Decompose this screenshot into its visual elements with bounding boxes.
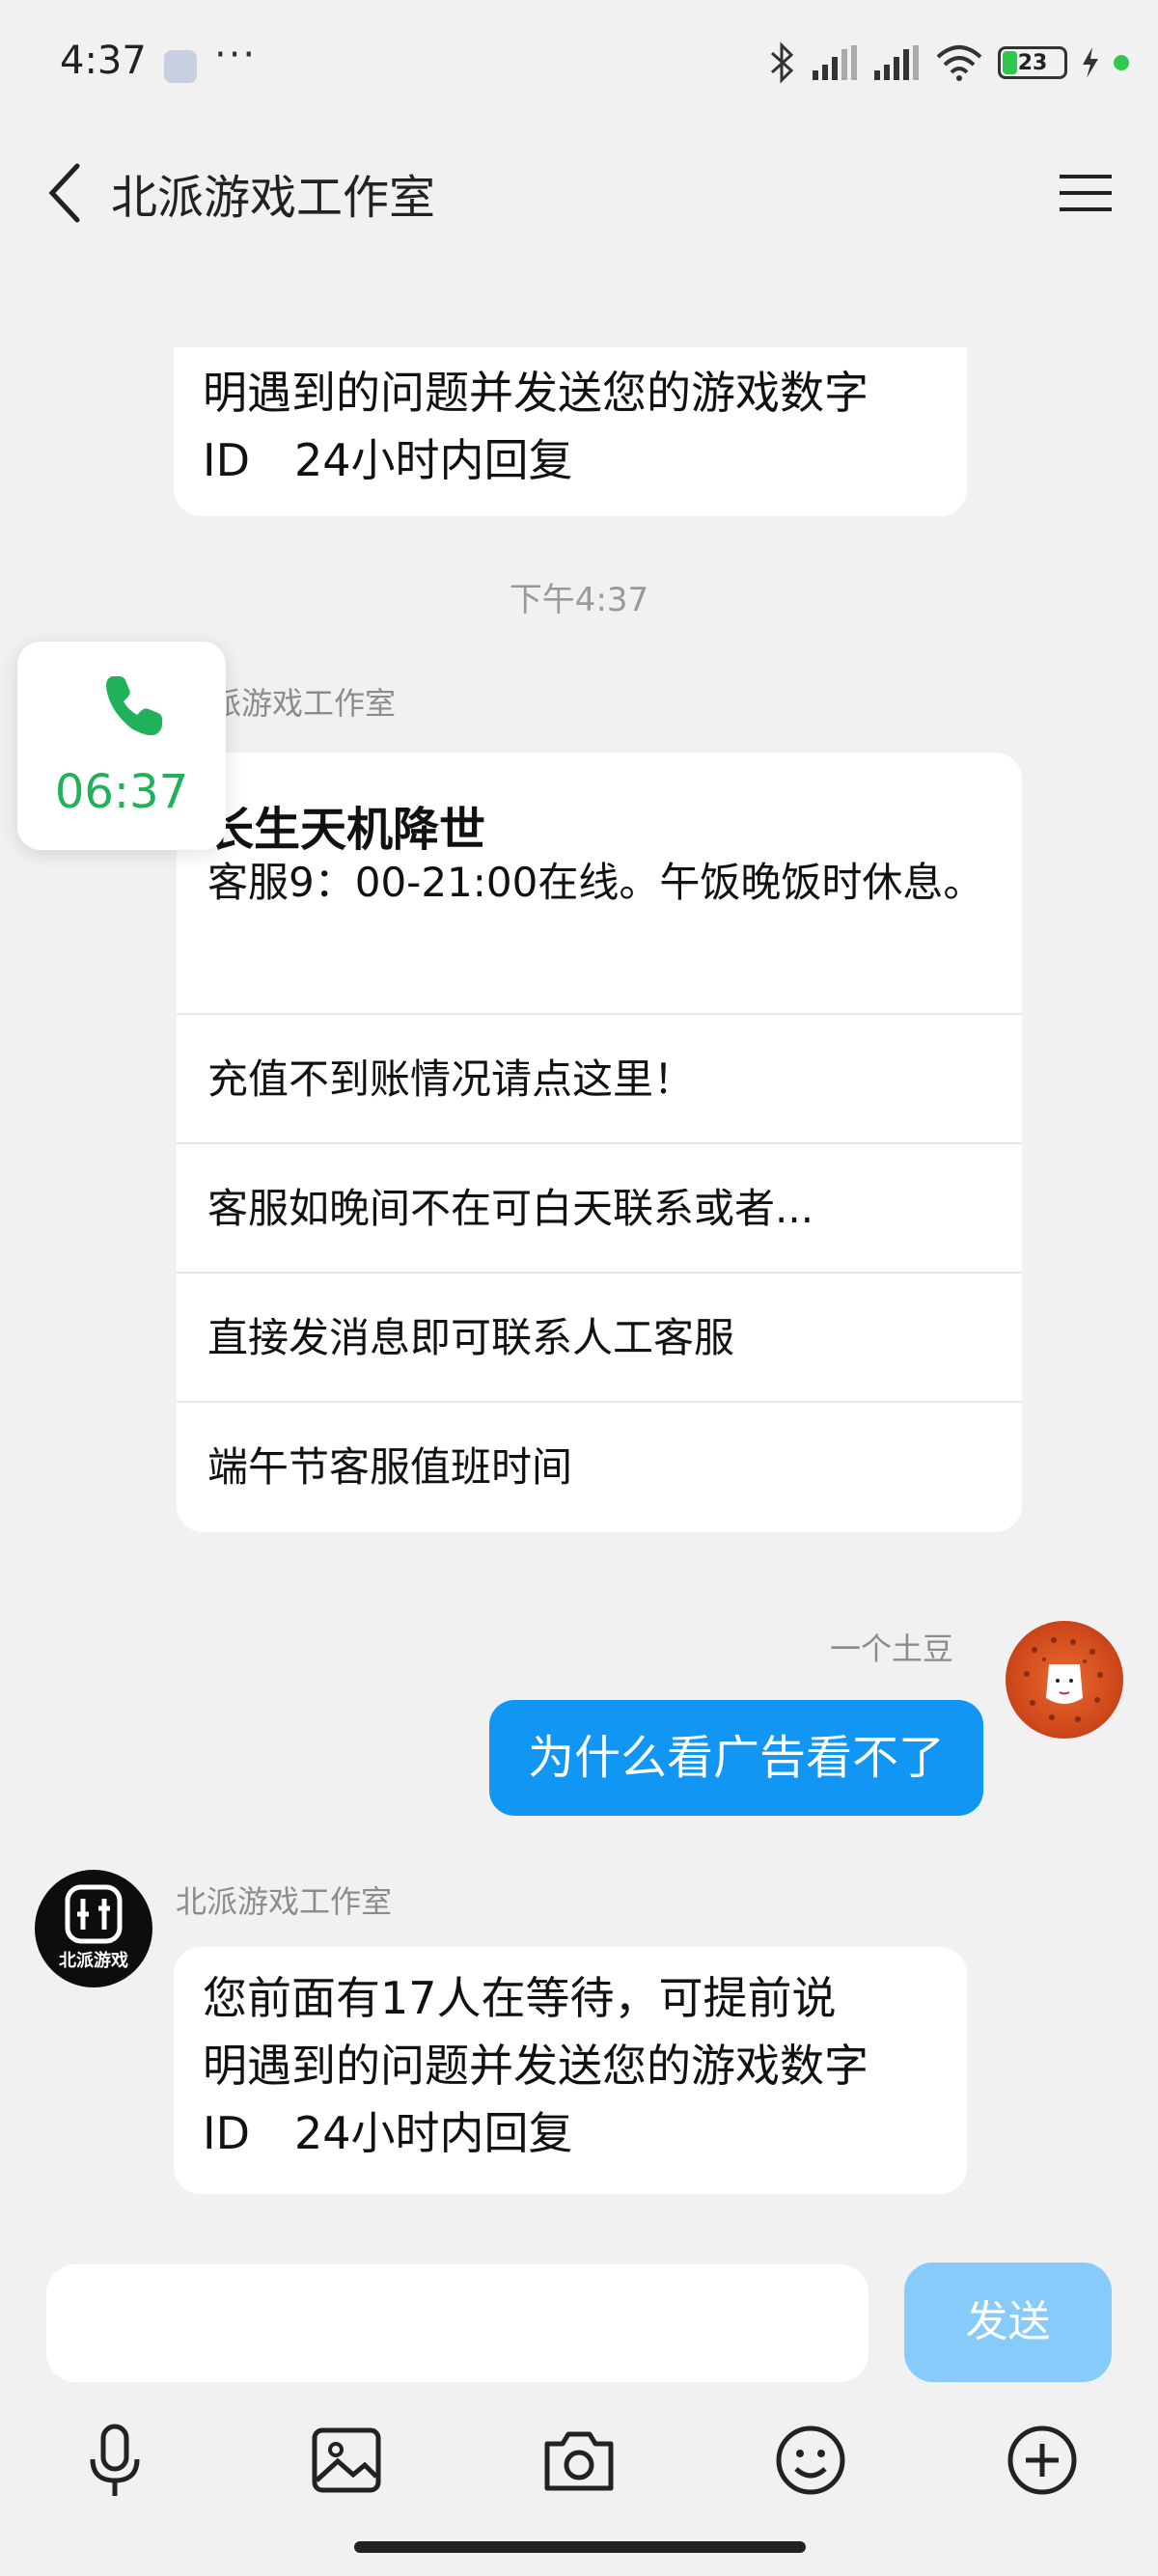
wifi-icon	[936, 45, 982, 81]
message-input[interactable]	[46, 2264, 868, 2382]
message-line: ID 24小时内回复	[203, 2107, 573, 2159]
bluetooth-icon	[770, 41, 794, 84]
user-avatar[interactable]	[1006, 1621, 1123, 1739]
card-menu-item[interactable]: 客服如晚间不在可白天联系或者...	[177, 1142, 1022, 1272]
message-line: 您前面有17人在等待，可提前说	[203, 1972, 837, 2024]
message-bubble-bot-previous: 明遇到的问题并发送您的游戏数字 ID 24小时内回复	[174, 347, 967, 516]
message-bubble-bot: 您前面有17人在等待，可提前说 明遇到的问题并发送您的游戏数字 ID 24小时内…	[174, 1947, 967, 2194]
message-line: ID 24小时内回复	[203, 434, 573, 486]
status-time: 4:37	[60, 39, 147, 83]
chat-header: 北派游戏工作室	[0, 130, 1158, 256]
chevron-left-icon	[48, 163, 80, 223]
message-timestamp: 下午4:37	[509, 581, 649, 619]
send-button[interactable]: 发送	[904, 2262, 1112, 2382]
image-icon	[312, 2427, 381, 2493]
back-button[interactable]	[39, 154, 96, 232]
camera-icon	[544, 2431, 614, 2491]
microphone-icon	[90, 2424, 140, 2496]
chat-title: 北派游戏工作室	[111, 171, 436, 225]
status-more: ···	[214, 33, 258, 77]
sender-name-bot: 派游戏工作室	[210, 685, 397, 722]
emoji-icon	[776, 2425, 845, 2495]
home-indicator[interactable]	[354, 2541, 806, 2553]
call-float-widget[interactable]: 06:37	[17, 642, 226, 850]
emoji-button[interactable]	[767, 2417, 854, 2504]
signal-icon-2	[874, 45, 919, 80]
battery-fill	[1003, 51, 1017, 74]
status-bar: 4:37 ··· 23	[0, 0, 1158, 130]
status-icons: 23	[768, 39, 1129, 87]
phone-icon	[106, 676, 162, 736]
hamburger-icon	[1060, 175, 1112, 211]
message-line: 明遇到的问题并发送您的游戏数字	[203, 367, 868, 419]
bot-avatar[interactable]: 北派游戏	[35, 1870, 152, 1987]
sender-name-bot: 北派游戏工作室	[176, 1883, 393, 1920]
card-subtitle: 客服9：00-21:00在线。午饭晚饭时休息。	[207, 859, 984, 906]
charging-icon	[1083, 47, 1098, 78]
camera-button[interactable]	[536, 2417, 622, 2504]
card-menu-item[interactable]: 充值不到账情况请点这里！	[177, 1013, 1022, 1142]
battery-level: 23	[1017, 50, 1048, 75]
avatar-logo-text: 北派游戏	[59, 1951, 128, 1971]
status-dot	[1114, 55, 1129, 70]
voice-button[interactable]	[71, 2417, 158, 2504]
message-bubble-user: 为什么看广告看不了	[489, 1700, 983, 1816]
message-line: 明遇到的问题并发送您的游戏数字	[203, 2040, 868, 2092]
call-duration: 06:37	[54, 765, 189, 819]
battery-indicator: 23	[998, 46, 1067, 79]
avatar-image	[1024, 1637, 1103, 1722]
plus-icon	[1007, 2425, 1077, 2495]
service-menu-card: 长生天机降世 客服9：00-21:00在线。午饭晚饭时休息。 充值不到账情况请点…	[177, 753, 1022, 1532]
image-button[interactable]	[303, 2417, 390, 2504]
menu-button[interactable]	[1052, 159, 1119, 227]
signal-icon	[813, 45, 857, 80]
notification-app-icon	[164, 50, 197, 83]
more-button[interactable]	[999, 2417, 1086, 2504]
sender-name-user: 一个土豆	[830, 1631, 954, 1667]
card-menu-item[interactable]: 端午节客服值班时间	[177, 1401, 1022, 1530]
card-menu-item[interactable]: 直接发消息即可联系人工客服	[177, 1272, 1022, 1401]
message-composer: 发送	[0, 2243, 1158, 2576]
